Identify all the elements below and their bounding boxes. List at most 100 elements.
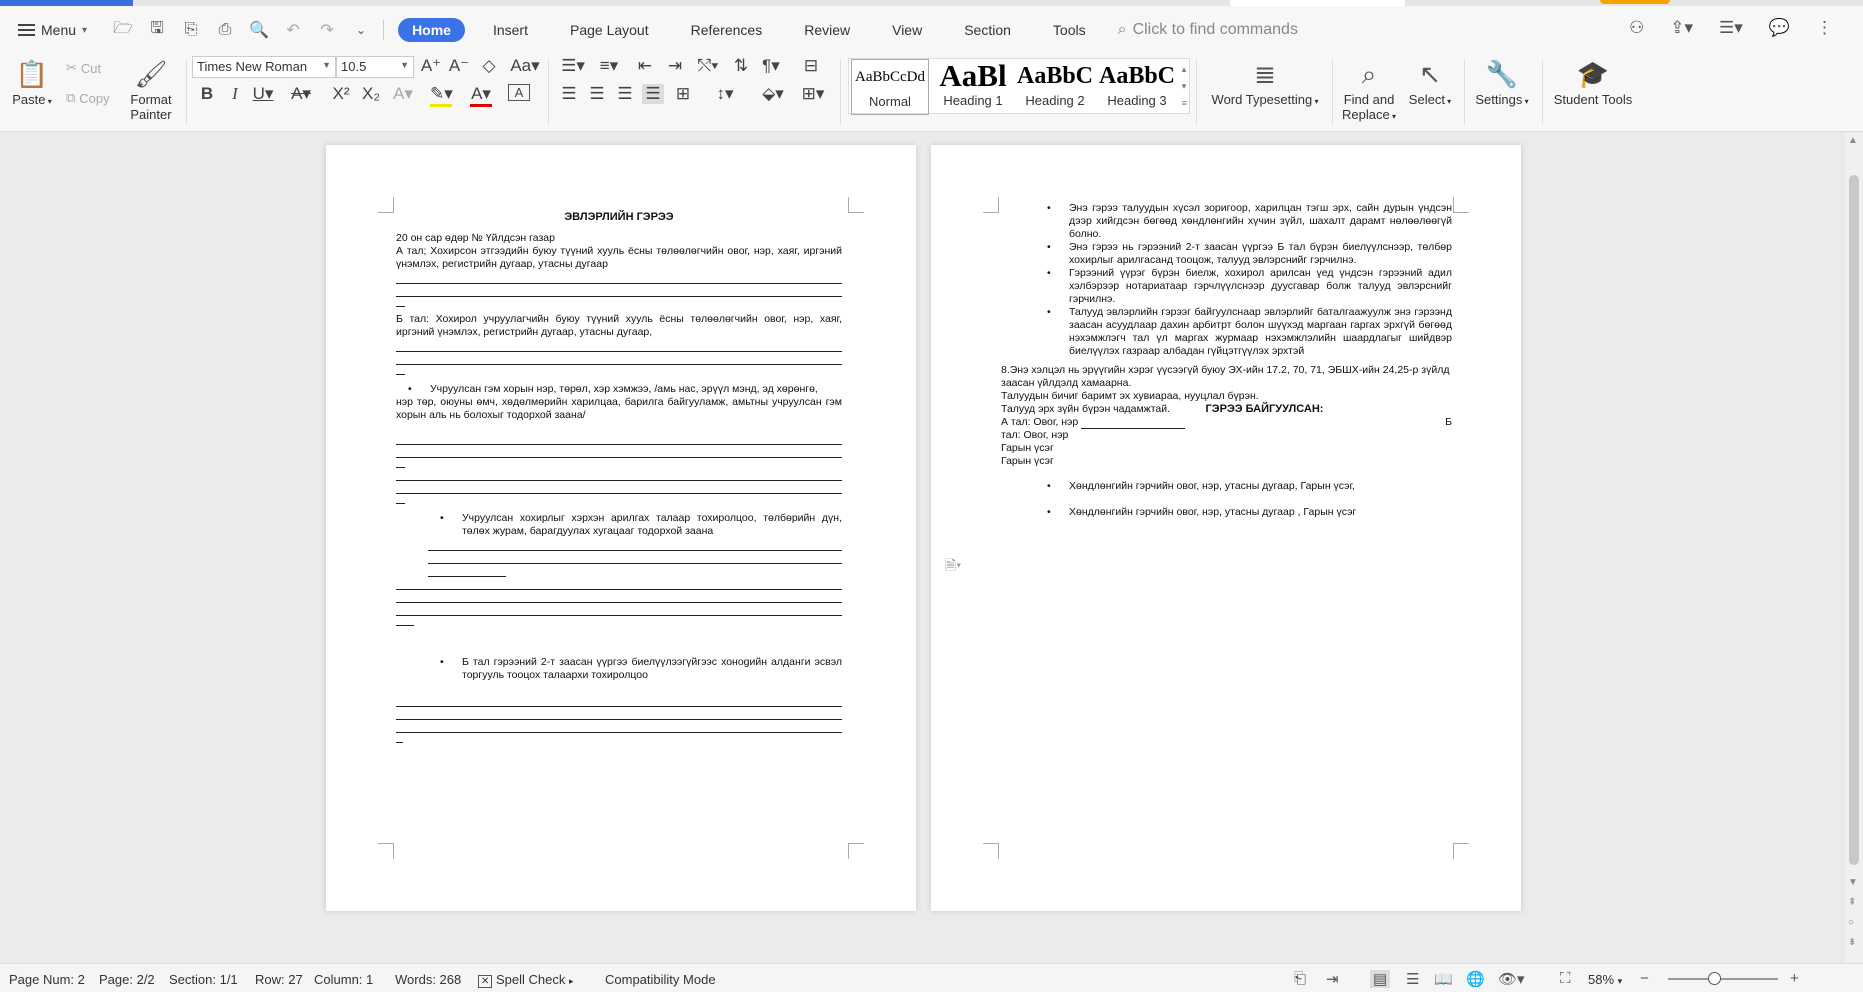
spell-check-button[interactable]: ✕ Spell Check ▸: [478, 972, 574, 988]
vertical-scrollbar[interactable]: ▲ ▼ ⇞ ○ ⇟: [1845, 133, 1863, 963]
paste-button[interactable]: 📋 Paste ▾: [10, 56, 54, 107]
tab-references[interactable]: References: [677, 18, 777, 42]
page-count-status[interactable]: Page: 2/2: [99, 972, 155, 987]
cut-button[interactable]: ✂ Cut: [66, 60, 101, 76]
undo-icon[interactable]: ↶: [283, 20, 303, 40]
column-status[interactable]: Column: 1: [314, 972, 373, 987]
tab-home[interactable]: Home: [398, 18, 465, 42]
justify-icon[interactable]: ☰: [642, 84, 664, 104]
font-name-select[interactable]: Times New Roman ▼: [192, 56, 336, 78]
zoom-slider[interactable]: [1668, 972, 1778, 985]
select-button[interactable]: ↖ Select ▾: [1404, 56, 1456, 107]
underline-icon[interactable]: U▾: [252, 84, 274, 104]
highlight-icon[interactable]: ✎▾: [430, 84, 453, 107]
menu-button[interactable]: Menu ▾: [18, 22, 87, 38]
numbering-icon[interactable]: ≡▾: [594, 56, 624, 76]
print-preview-icon[interactable]: 🔍: [249, 20, 269, 40]
focus-mode-icon[interactable]: ⇥: [1326, 970, 1339, 988]
tab-section[interactable]: Section: [950, 18, 1025, 42]
tab-tools[interactable]: Tools: [1039, 18, 1100, 42]
increase-indent-icon[interactable]: ⇥: [664, 56, 686, 76]
bullets-icon[interactable]: ☰▾: [558, 56, 588, 76]
sort-icon[interactable]: ⇅: [730, 56, 752, 76]
save-icon[interactable]: 🖫: [147, 17, 167, 44]
page-2-body[interactable]: Энэ гэрээ талуудын хүсэл зоригоор, харил…: [1001, 202, 1452, 519]
page-number-status[interactable]: Page Num: 2: [9, 972, 85, 987]
scrollbar-thumb[interactable]: [1849, 175, 1859, 865]
style-heading-3[interactable]: AaBbC Heading 3: [1097, 59, 1177, 115]
align-center-icon[interactable]: ☰: [586, 84, 608, 104]
settings-button[interactable]: 🔧 Settings ▾: [1470, 56, 1534, 107]
borders-icon[interactable]: ⊞▾: [798, 84, 828, 104]
document-menu-icon[interactable]: ☰▾: [1719, 18, 1743, 38]
tab-page-layout[interactable]: Page Layout: [556, 18, 663, 42]
tab-insert[interactable]: Insert: [479, 18, 542, 42]
redo-icon[interactable]: ↷: [317, 20, 337, 40]
export-pdf-icon[interactable]: ⎘: [181, 21, 201, 39]
tab-stops-icon[interactable]: ⊟: [800, 56, 822, 76]
chinese-layout-icon[interactable]: ⤲▾: [694, 56, 722, 76]
text-effect-icon[interactable]: A▾: [392, 84, 414, 104]
style-heading-2[interactable]: AaBbC Heading 2: [1015, 59, 1095, 115]
line-spacing-icon[interactable]: ↕▾: [710, 84, 740, 104]
command-search[interactable]: ⌕ Click to find commands: [1118, 21, 1298, 39]
style-heading-1[interactable]: AaBl Heading 1: [933, 59, 1013, 115]
shrink-font-icon[interactable]: A⁻: [448, 56, 470, 76]
gallery-scroll-icon[interactable]: ▴ ▾ ≡: [1182, 61, 1187, 112]
tab-review[interactable]: Review: [790, 18, 864, 42]
character-border-icon[interactable]: A: [508, 84, 530, 101]
style-normal[interactable]: AaBbCcDd Normal: [851, 59, 929, 115]
share-icon[interactable]: ⇪▾: [1670, 18, 1693, 38]
scroll-up-icon[interactable]: ▲: [1848, 135, 1858, 146]
zoom-slider-handle[interactable]: [1708, 972, 1721, 985]
find-replace-button[interactable]: ⌕ Find and Replace ▾: [1338, 56, 1400, 124]
row-status[interactable]: Row: 27: [255, 972, 303, 987]
font-color-icon[interactable]: A▾: [470, 84, 492, 107]
prev-page-icon[interactable]: ⇞: [1848, 897, 1856, 908]
scroll-down-icon[interactable]: ▼: [1848, 877, 1858, 888]
copy-button[interactable]: ⧉ Copy: [66, 90, 110, 106]
grow-font-icon[interactable]: A⁺: [420, 56, 442, 76]
upgrade-badge[interactable]: [1600, 0, 1670, 4]
eye-protection-icon[interactable]: 👁▾: [1498, 970, 1525, 988]
customize-qa-icon[interactable]: ⌄: [351, 23, 371, 37]
distribute-icon[interactable]: ⊞: [672, 84, 694, 104]
print-icon[interactable]: ⎙: [215, 21, 235, 39]
italic-icon[interactable]: I: [224, 84, 246, 104]
superscript-icon[interactable]: X²: [330, 84, 352, 104]
section-status[interactable]: Section: 1/1: [169, 972, 238, 987]
font-size-select[interactable]: 10.5 ▼: [336, 56, 414, 78]
word-typesetting-button[interactable]: ≣ Word Typesetting ▾: [1206, 56, 1324, 107]
zoom-in-icon[interactable]: +: [1790, 970, 1799, 987]
zoom-level[interactable]: 58% ▾: [1588, 972, 1622, 987]
fit-page-icon[interactable]: ⛶: [1560, 970, 1571, 987]
align-right-icon[interactable]: ☰: [614, 84, 636, 104]
student-tools-button[interactable]: 🎓 Student Tools: [1548, 56, 1638, 107]
shading-icon[interactable]: ⬙▾: [758, 84, 788, 104]
page-1-body[interactable]: ЭВЛЭРЛИЙН ГЭРЭЭ 20 он сар өдөр № Үйлдсэн…: [396, 211, 842, 743]
paste-options-icon[interactable]: 🗎▾: [945, 555, 961, 579]
strikethrough-icon[interactable]: A▾: [290, 84, 312, 104]
comment-icon[interactable]: 💬: [1769, 18, 1790, 38]
reading-view-icon[interactable]: 📖: [1434, 970, 1453, 988]
subscript-icon[interactable]: X₂: [360, 84, 382, 104]
change-case-icon[interactable]: Aa▾: [508, 56, 542, 76]
web-layout-icon[interactable]: 🌐: [1466, 970, 1485, 988]
show-marks-icon[interactable]: ¶▾: [758, 56, 784, 76]
align-left-icon[interactable]: ☰: [558, 84, 580, 104]
reading-layout-icon[interactable]: ⎗: [1294, 970, 1306, 987]
tab-view[interactable]: View: [878, 18, 936, 42]
more-icon[interactable]: ⋮: [1816, 18, 1833, 38]
clear-format-icon[interactable]: ◇: [478, 56, 500, 76]
outline-view-icon[interactable]: ☰: [1406, 970, 1419, 988]
page-view-icon[interactable]: ▤: [1370, 970, 1391, 988]
word-count-status[interactable]: Words: 268: [395, 972, 461, 987]
format-painter-button[interactable]: 🖌 Format Painter: [126, 56, 176, 122]
open-folder-icon[interactable]: 🗁: [113, 17, 133, 44]
browse-object-icon[interactable]: ○: [1848, 917, 1854, 928]
collaborate-icon[interactable]: ⚇: [1629, 18, 1644, 38]
zoom-out-icon[interactable]: −: [1640, 970, 1649, 987]
decrease-indent-icon[interactable]: ⇤: [634, 56, 656, 76]
next-page-icon[interactable]: ⇟: [1848, 937, 1856, 948]
bold-icon[interactable]: B: [196, 84, 218, 104]
